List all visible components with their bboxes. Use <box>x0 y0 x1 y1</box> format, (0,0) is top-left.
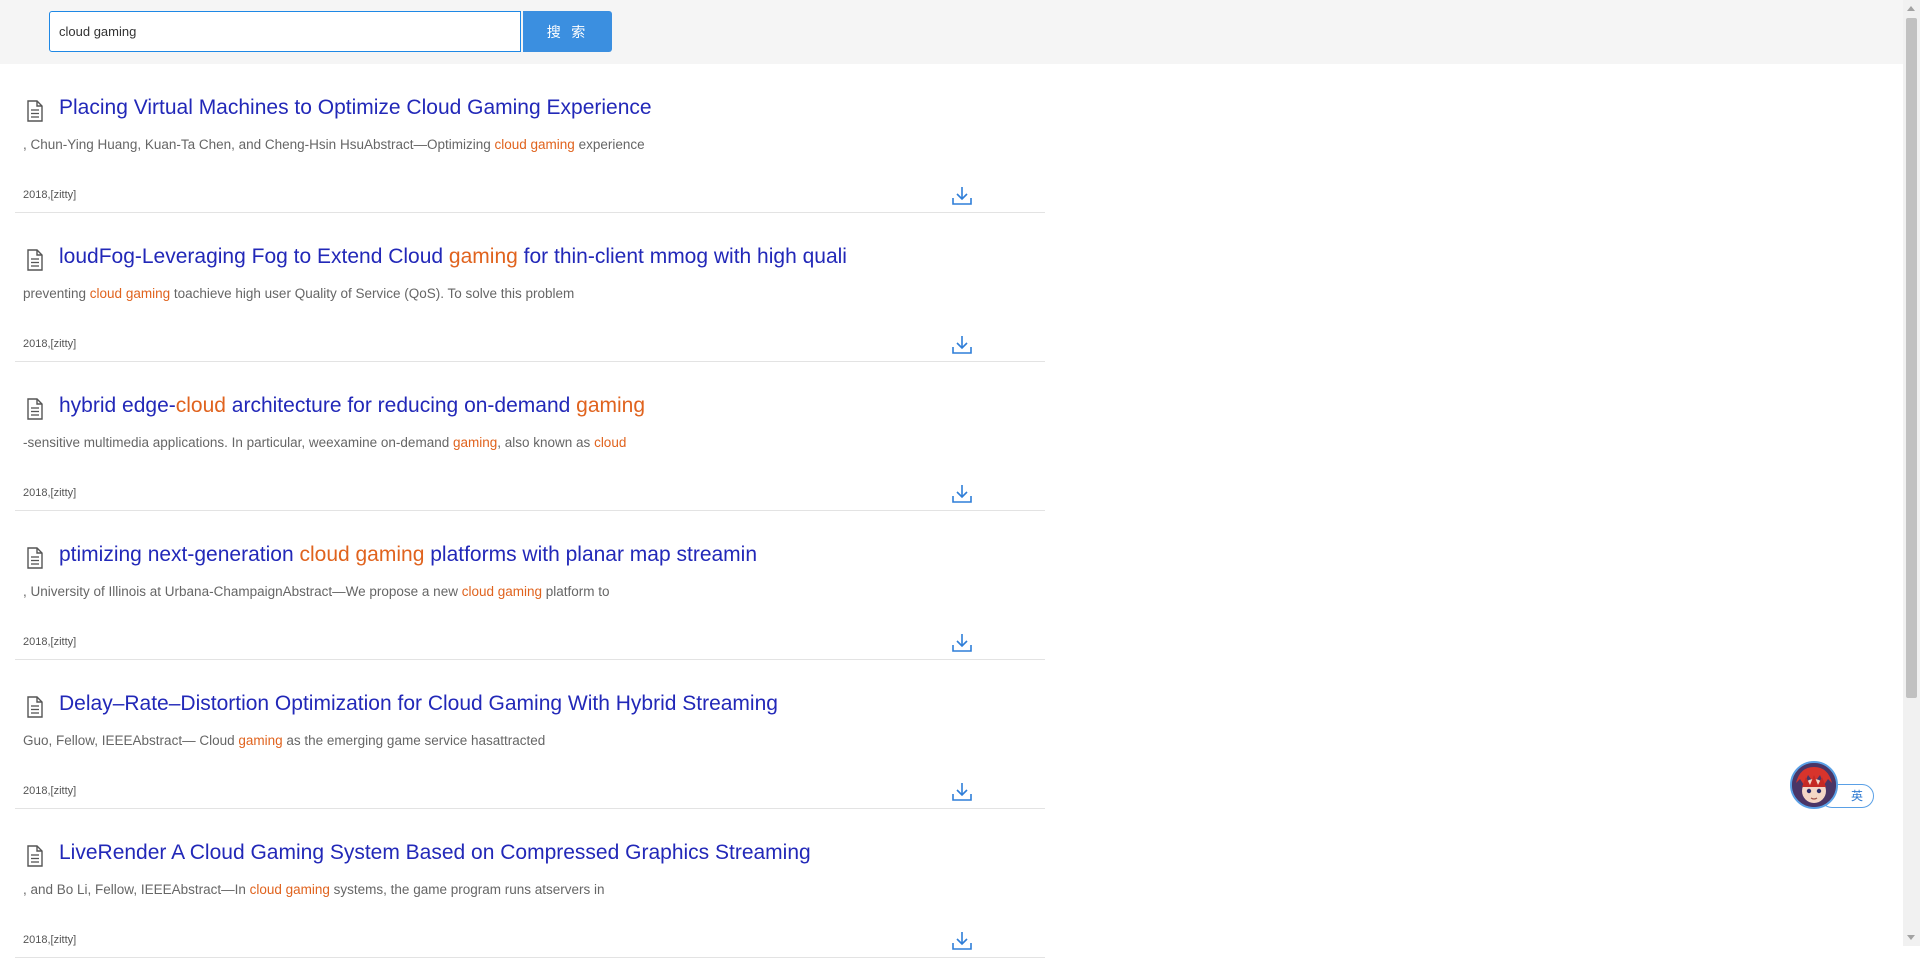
title-text[interactable]: ptimizing next-generation <box>59 543 299 566</box>
result-snippet: -sensitive multimedia applications. In p… <box>23 435 626 450</box>
title-text[interactable]: Delay–Rate–Distortion Optimization for C… <box>59 692 778 715</box>
scroll-thumb[interactable] <box>1906 18 1917 698</box>
download-icon[interactable] <box>951 930 973 952</box>
result-title-link[interactable]: loudFog-Leveraging Fog to Extend Cloud g… <box>59 245 847 269</box>
assistant-widget[interactable]: 英 <box>1790 760 1874 812</box>
snippet-text: , Chun-Ying Huang, Kuan-Ta Chen, and Che… <box>23 137 495 152</box>
document-icon <box>27 100 43 122</box>
results-list: Placing Virtual Machines to Optimize Clo… <box>15 64 1045 958</box>
title-highlight[interactable]: gaming <box>576 394 645 417</box>
snippet-text: , University of Illinois at Urbana-Champ… <box>23 584 462 599</box>
search-input[interactable] <box>49 11 521 52</box>
download-icon[interactable] <box>951 483 973 505</box>
result-meta: 2018,[zitty] <box>23 785 77 797</box>
result-title-link[interactable]: LiveRender A Cloud Gaming System Based o… <box>59 841 811 865</box>
result-snippet: preventing cloud gaming toachieve high u… <box>23 286 574 301</box>
download-icon[interactable] <box>951 185 973 207</box>
document-icon <box>27 547 43 569</box>
result-snippet: , Chun-Ying Huang, Kuan-Ta Chen, and Che… <box>23 137 645 152</box>
document-icon <box>27 398 43 420</box>
title-text[interactable]: Placing Virtual Machines to Optimize Clo… <box>59 96 652 119</box>
snippet-highlight: cloud gaming <box>494 137 575 152</box>
result-snippet: , and Bo Li, Fellow, IEEEAbstract—In clo… <box>23 882 605 897</box>
snippet-highlight: gaming <box>452 435 498 450</box>
document-icon <box>27 845 43 867</box>
snippet-text: -sensitive multimedia applications. In p… <box>23 435 453 450</box>
title-text[interactable]: LiveRender A Cloud Gaming System Based o… <box>59 841 811 864</box>
result-item: ptimizing next-generation cloud gaming p… <box>15 511 1045 660</box>
snippet-highlight: cloud gaming <box>461 584 543 599</box>
snippet-highlight: gaming <box>238 733 283 748</box>
result-item: loudFog-Leveraging Fog to Extend Cloud g… <box>15 213 1045 362</box>
scroll-up-arrow-icon[interactable] <box>1907 6 1915 11</box>
result-meta: 2018,[zitty] <box>23 636 77 648</box>
result-title-link[interactable]: hybrid edge-cloud architecture for reduc… <box>59 394 645 418</box>
scroll-down-arrow-icon[interactable] <box>1907 935 1915 940</box>
result-meta: 2018,[zitty] <box>23 338 77 350</box>
result-item: LiveRender A Cloud Gaming System Based o… <box>15 809 1045 958</box>
document-icon <box>27 249 43 271</box>
download-icon[interactable] <box>951 334 973 356</box>
search-button[interactable]: 搜 索 <box>523 11 612 52</box>
document-icon <box>27 696 43 718</box>
result-meta: 2018,[zitty] <box>23 487 77 499</box>
title-text[interactable]: platforms with planar map streamin <box>424 543 757 566</box>
assistant-avatar[interactable] <box>1790 761 1838 809</box>
search-header: 搜 索 <box>0 0 1903 64</box>
snippet-text: preventing <box>23 286 90 301</box>
title-text[interactable]: loudFog-Leveraging Fog to Extend Cloud <box>59 245 449 268</box>
result-title-link[interactable]: Delay–Rate–Distortion Optimization for C… <box>59 692 778 716</box>
snippet-text: , and Bo Li, Fellow, IEEEAbstract—In <box>23 882 250 897</box>
title-highlight[interactable]: gaming <box>449 245 518 268</box>
title-highlight[interactable]: cloud gaming <box>299 543 424 566</box>
result-snippet: , University of Illinois at Urbana-Champ… <box>23 584 610 599</box>
snippet-text: , also known as <box>497 435 595 450</box>
snippet-text: systems, the game program runs atservers… <box>329 882 605 897</box>
title-text[interactable]: architecture for reducing on-demand <box>226 394 576 417</box>
snippet-highlight: cloud <box>594 435 627 450</box>
title-highlight[interactable]: cloud <box>176 394 226 417</box>
snippet-highlight: cloud gaming <box>89 286 171 301</box>
snippet-text: platform to <box>542 584 610 599</box>
result-snippet: Guo, Fellow, IEEEAbstract— Cloud gaming … <box>23 733 545 748</box>
download-icon[interactable] <box>951 632 973 654</box>
snippet-text: toachieve high user Quality of Service (… <box>170 286 575 301</box>
result-item: hybrid edge-cloud architecture for reduc… <box>15 362 1045 511</box>
result-item: Placing Virtual Machines to Optimize Clo… <box>15 64 1045 213</box>
result-title-link[interactable]: Placing Virtual Machines to Optimize Clo… <box>59 96 652 120</box>
result-meta: 2018,[zitty] <box>23 934 77 946</box>
title-text[interactable]: hybrid edge- <box>59 394 176 417</box>
result-item: Delay–Rate–Distortion Optimization for C… <box>15 660 1045 809</box>
snippet-text: as the emerging game service hasattracte… <box>282 733 546 748</box>
result-title-link[interactable]: ptimizing next-generation cloud gaming p… <box>59 543 757 567</box>
vertical-scrollbar[interactable] <box>1903 0 1920 946</box>
snippet-highlight: cloud gaming <box>249 882 330 897</box>
title-text[interactable]: for thin-client mmog with high quali <box>518 245 847 268</box>
result-meta: 2018,[zitty] <box>23 189 77 201</box>
snippet-text: experience <box>574 137 645 152</box>
download-icon[interactable] <box>951 781 973 803</box>
snippet-text: Guo, Fellow, IEEEAbstract— Cloud <box>23 733 239 748</box>
